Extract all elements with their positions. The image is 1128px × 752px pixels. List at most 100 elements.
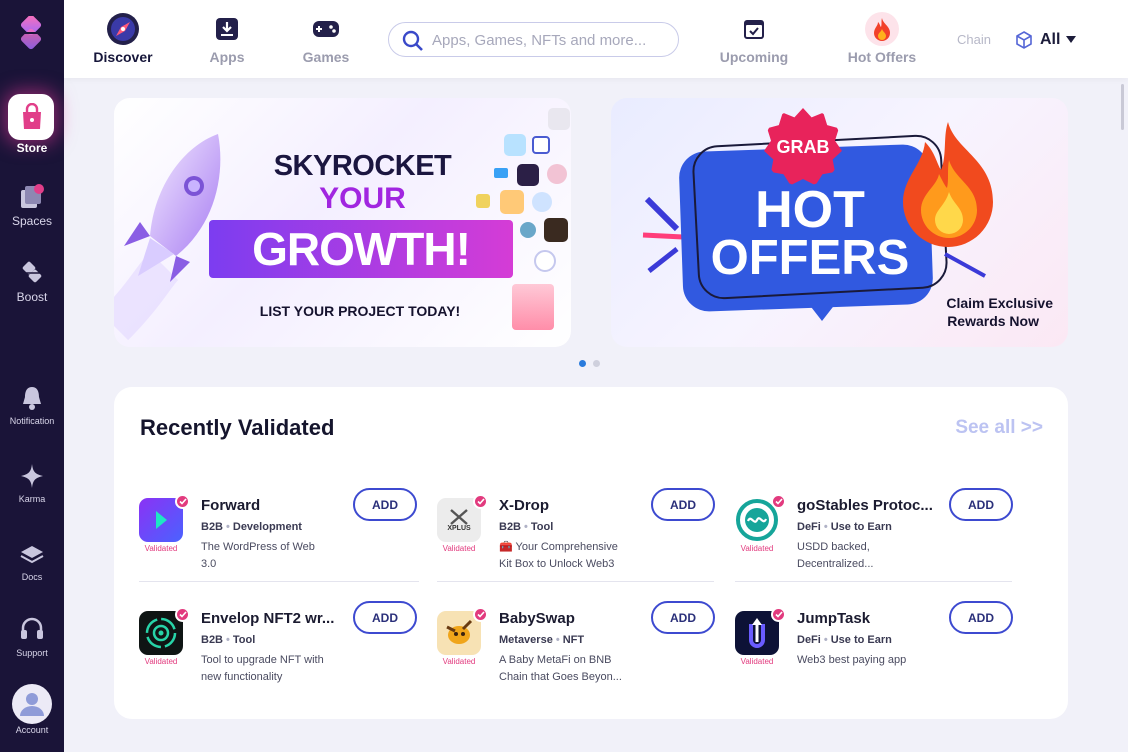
docs-icon [20,546,44,564]
shopping-bag-icon [23,103,41,129]
row-divider [139,581,419,582]
row-divider [735,581,1012,582]
banner-list-project[interactable]: SKYROCKET YOUR GROWTH! LIST YOUR PROJECT… [114,98,571,347]
add-button[interactable]: ADD [949,601,1013,634]
chain-value: All [1040,31,1061,48]
validated-check-icon [175,494,190,509]
tab-apps[interactable]: Apps [194,0,260,65]
recently-validated-card: Recently Validated See all >> Validated … [114,387,1068,719]
add-button[interactable]: ADD [353,601,417,634]
boost-icon [22,261,42,283]
app-forward[interactable]: Validated Forward B2B • Development The Wo… [139,488,417,590]
app-description: USDD backed, Decentralized... [797,541,874,570]
offers-caption2: Rewards Now [947,313,1039,329]
sidebar-item-label: Notification [9,416,55,426]
sidebar-item-account[interactable]: Account [0,684,64,738]
tab-label: Hot Offers [847,49,917,65]
validated-check-icon [473,494,488,509]
banner-line3: GROWTH! [209,220,513,278]
app-tags: B2B • Tool [499,521,554,533]
chain-selector[interactable]: All [1014,27,1077,53]
search-bar[interactable] [388,22,679,57]
app-name: X-Drop [499,497,549,514]
sidebar-item-label: Karma [18,494,46,504]
top-navigation-bar: Discover Apps Games Upcoming Hot Offers … [64,0,1128,78]
app-envelop[interactable]: Validated Envelop NFT2 wr... B2B • Tool To… [139,601,417,703]
app-tags: B2B • Tool [201,634,256,646]
app-description: The WordPress of Web 3.0 [201,541,315,570]
sidebar-item-store[interactable]: Store [0,103,64,155]
tab-hot-offers[interactable]: Hot Offers [842,0,922,65]
sidebar-item-label: Docs [21,572,43,582]
offers-line2: OFFERS [710,231,910,285]
app-name: Envelop NFT2 wr... [201,610,335,627]
chevron-down-icon [1066,36,1077,43]
validated-check-icon [175,607,190,622]
sidebar-item-spaces[interactable]: Spaces [0,184,64,228]
tab-label: Apps [209,49,245,65]
sidebar-item-label: Support [16,648,48,658]
bell-icon [23,387,41,410]
validated-label: Validated [442,544,476,553]
sparkle-icon [21,464,43,488]
app-gostables[interactable]: Validated goStables Protoc... DeFi • Use t… [735,488,1013,590]
download-box-icon [216,18,238,40]
banner-line1: SKYROCKET [273,150,452,182]
sidebar-item-karma[interactable]: Karma [0,462,64,504]
validated-check-icon [771,494,786,509]
tab-label: Games [302,49,350,65]
add-button[interactable]: ADD [651,488,715,521]
app-tags: B2B • Development [201,521,302,533]
app-babyswap[interactable]: Validated BabySwap Metaverse • NFT A Baby … [437,601,715,703]
app-description: Tool to upgrade NFT with new functionali… [201,654,324,683]
validated-label: Validated [442,657,476,666]
tab-label: Upcoming [719,49,789,65]
banner-hot-offers[interactable]: GRAB HOT OFFERS Claim Exclusive Rewards … [611,98,1068,347]
add-button[interactable]: ADD [353,488,417,521]
spaces-icon [21,184,44,208]
compass-icon [107,13,139,45]
sidebar-item-docs[interactable]: Docs [0,540,64,582]
validated-label: Validated [144,657,178,666]
sidebar-item-label: Spaces [11,214,53,228]
app-jumptask[interactable]: Validated JumpTask DeFi • Use to Earn Web3… [735,601,1013,703]
sidebar-item-label: Boost [16,290,48,304]
sidebar-item-support[interactable]: Support [0,616,64,658]
chain-label: Chain [957,32,991,47]
fire-icon [874,18,890,41]
app-tags: DeFi • Use to Earn [797,521,892,533]
validated-label: Validated [740,657,774,666]
app-tags: Metaverse • NFT [499,634,585,646]
sidebar-item-boost[interactable]: Boost [0,260,64,304]
burst-lines-right-icon [944,252,986,278]
fire-icon [903,122,993,247]
app-name: JumpTask [797,610,871,627]
banner-cta: LIST YOUR PROJECT TODAY! [259,303,461,319]
dappstore-logo-icon[interactable] [14,16,48,50]
headset-icon [21,617,43,639]
app-description: A Baby MetaFi on BNB Chain that Goes Bey… [499,654,622,683]
add-button[interactable]: ADD [651,601,715,634]
app-name: goStables Protoc... [797,497,933,514]
tab-games[interactable]: Games [290,0,362,65]
app-x-drop[interactable]: XPLUS Validated X-Drop B2B • Tool 🧰 Your C… [437,488,715,590]
carousel-dot-1[interactable] [579,360,586,367]
offers-caption1: Claim Exclusive [946,295,1053,311]
validated-check-icon [771,607,786,622]
add-button[interactable]: ADD [949,488,1013,521]
bubble-tail [808,303,836,321]
see-all-link[interactable]: See all >> [955,417,1043,439]
tab-upcoming[interactable]: Upcoming [712,0,796,65]
carousel-dots [579,360,600,367]
sidebar: Store Spaces Boost Notification Karma Do… [0,0,64,752]
search-icon [402,30,423,51]
sidebar-item-notification[interactable]: Notification [0,384,64,426]
sidebar-item-label: Account [15,725,49,735]
carousel-dot-2[interactable] [593,360,600,367]
validated-label: Validated [740,544,774,553]
tab-discover[interactable]: Discover [85,0,161,65]
section-title: Recently Validated [140,415,335,440]
scrollbar-thumb[interactable] [1121,84,1124,130]
validated-label: Validated [144,544,178,553]
search-input[interactable] [432,30,668,50]
